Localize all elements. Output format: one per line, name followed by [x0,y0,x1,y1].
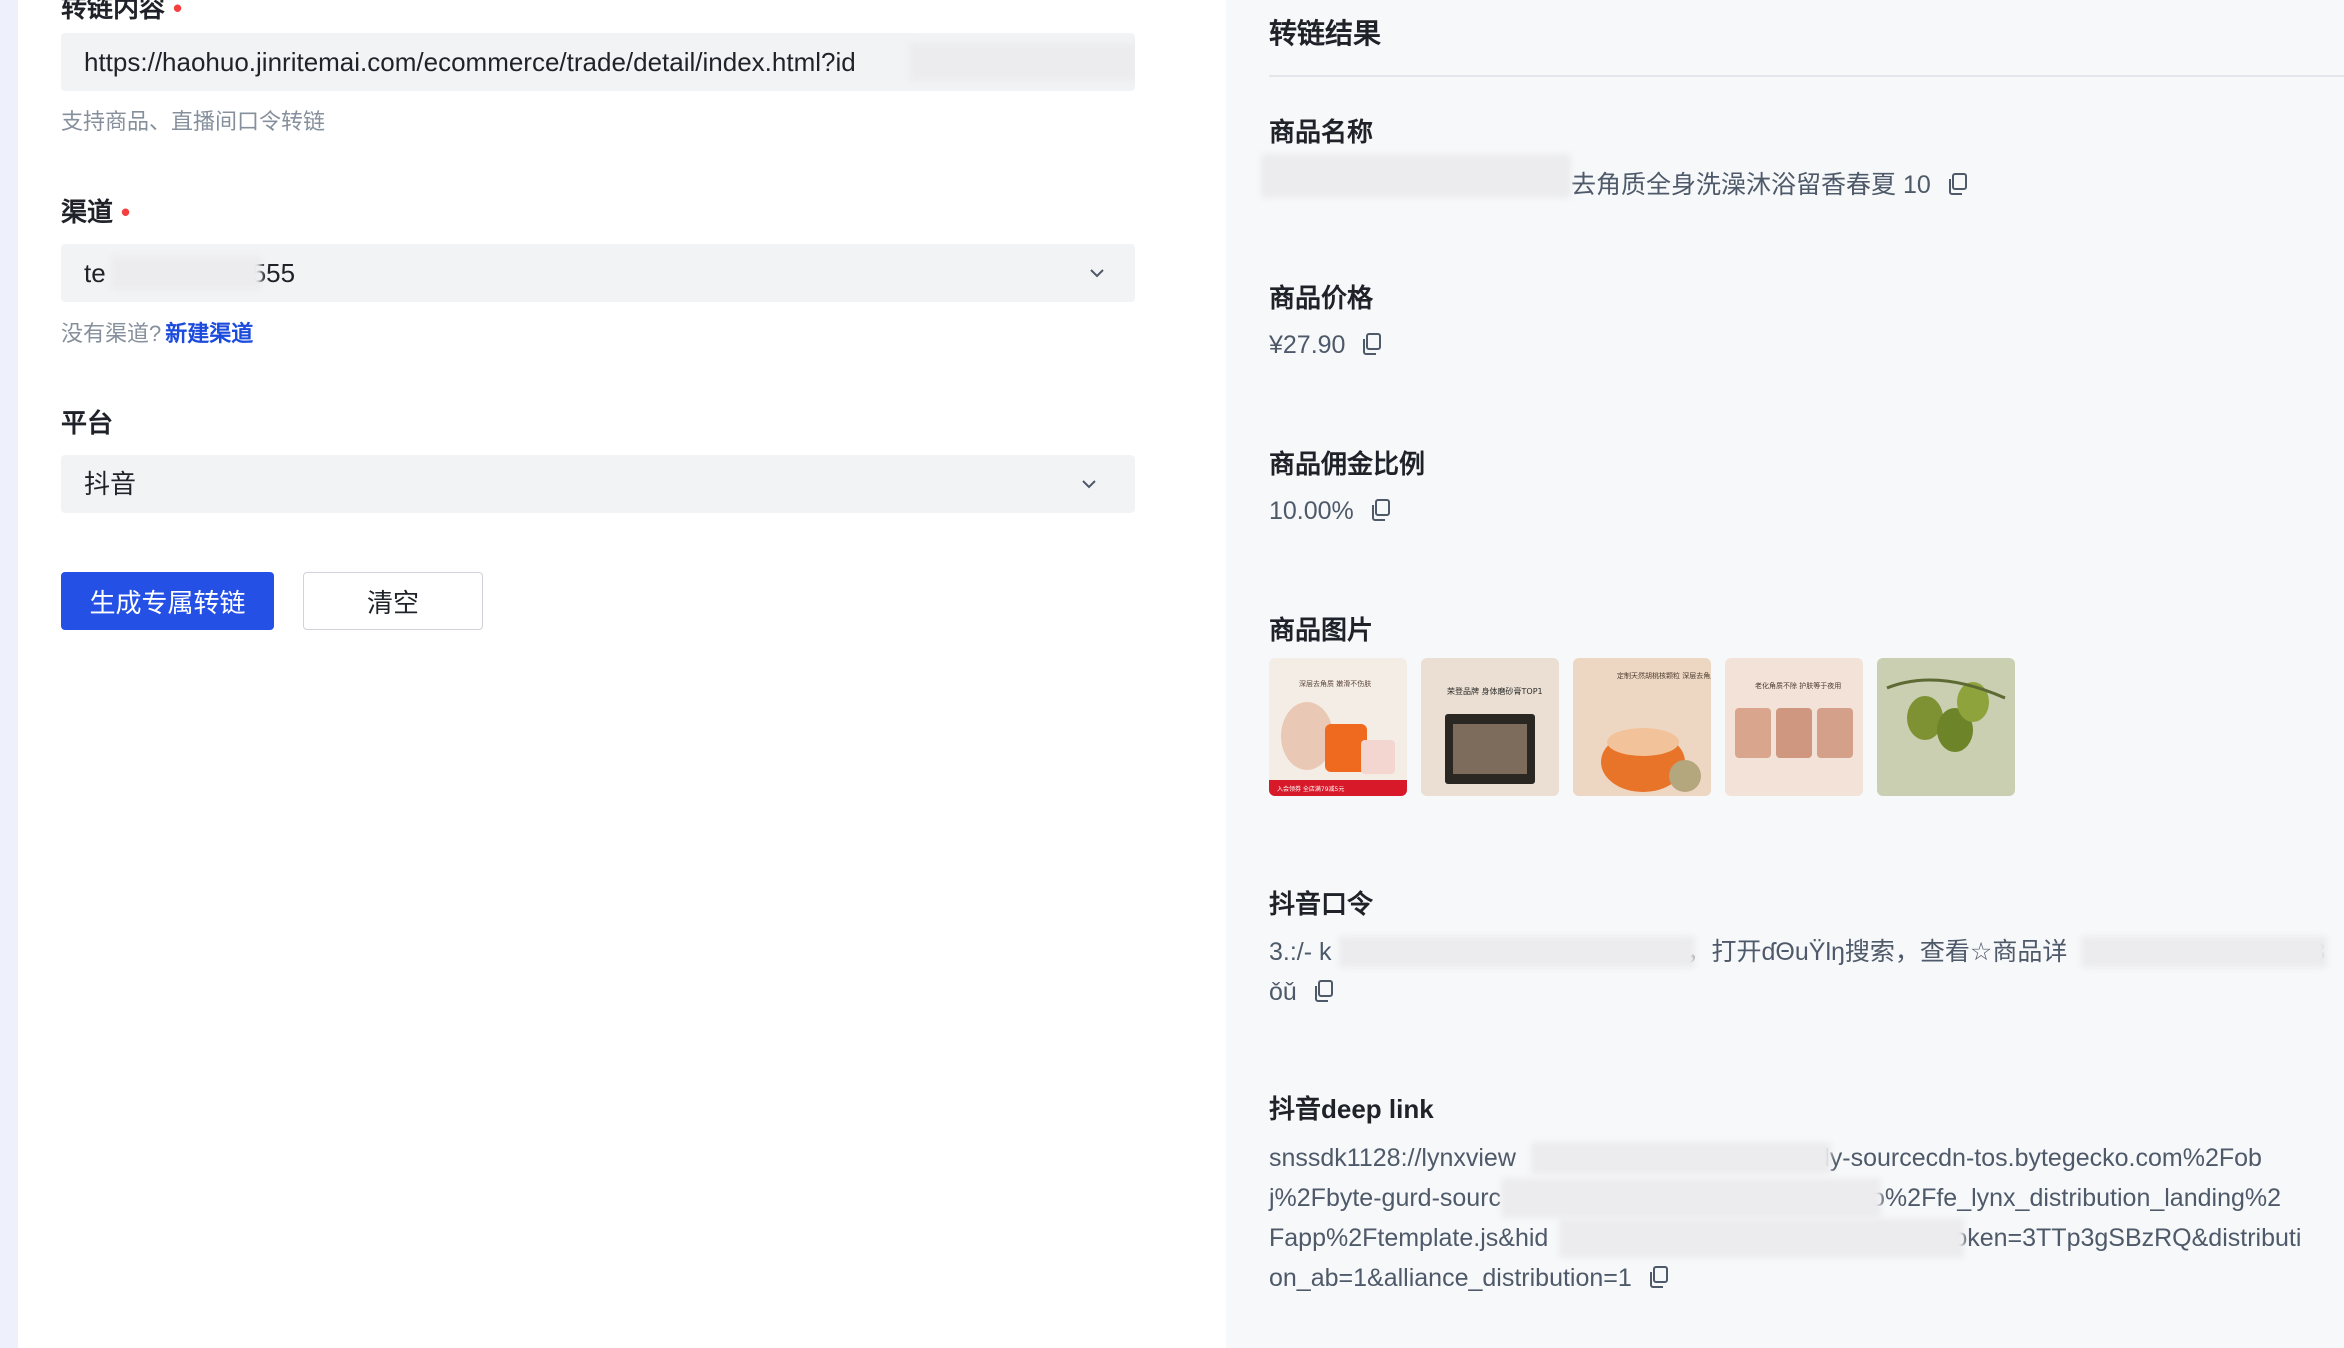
redacted-link-1 [1531,1142,1831,1174]
product-image-4[interactable]: 老化角质不除 护肤等于夜用 [1725,658,1863,796]
result-divider [1269,75,2344,77]
image-1-caption: 深层去角质 嫩滑不伤肤 [1299,679,1371,688]
left-edge-strip [0,0,18,1348]
copy-icon[interactable] [1948,173,1968,195]
image-1-banner: 入会领券 全店满79减5元 [1277,785,1344,793]
clear-button[interactable]: 清空 [303,572,483,630]
chevron-down-icon [1082,480,1096,489]
copy-icon[interactable] [1362,333,1382,355]
image-2-caption: 荣登品牌 身体磨砂膏TOP1 [1447,686,1543,696]
redacted-channel [111,256,261,290]
result-panel: 转链结果 商品名称 去角质全身洗澡沐浴留香春夏 10 商品价格 ¥27.90 商… [1226,0,2344,1348]
product-price-label: 商品价格 [1269,283,1374,313]
platform-select[interactable]: 抖音 [61,455,1135,513]
chevron-down-icon [1090,269,1104,278]
redacted-link-3 [1559,1218,1964,1258]
redacted-id [909,43,1135,81]
deeplink-label: 抖音deep link [1269,1094,1434,1124]
douyin-code-label: 抖音口令 [1269,889,1374,919]
product-image-list: 深层去角质 嫩滑不伤肤 入会领券 全店满79减5元 荣登品牌 身体磨砂膏TOP1… [1269,658,2015,796]
douyin-code-value: 3.:/- k，打开ɗΘuŸlŋ搜索，查看☆商品详3 ǒǔ [1269,932,2344,1012]
content-input[interactable]: https://haohuo.jinritemai.com/ecommerce/… [61,33,1135,91]
content-label: 转链内容 • [61,0,183,23]
product-image-2[interactable]: 荣登品牌 身体磨砂膏TOP1 [1421,658,1559,796]
copy-icon[interactable] [1371,499,1391,521]
commission-label: 商品佣金比例 [1269,449,1426,479]
platform-label: 平台 [61,408,114,438]
image-3-caption: 定制天然胡桃核颗粒 深层去角质 [1617,671,1711,680]
commission-value: 10.00% [1269,497,1391,526]
product-name-label: 商品名称 [1269,117,1374,147]
redacted-code-1 [1339,936,1695,968]
product-image-1[interactable]: 深层去角质 嫩滑不伤肤 入会领券 全店满79减5元 [1269,658,1407,796]
link-form-panel: 转链内容 • https://haohuo.jinritemai.com/ecom… [18,0,1226,1348]
image-4-caption: 老化角质不除 护肤等于夜用 [1755,681,1841,690]
channel-hint: 没有渠道? 新建渠道 [61,321,254,346]
channel-label: 渠道 • [61,197,131,227]
deeplink-value: snssdk1128://lynxview dy-sourcecdn-tos.by… [1269,1142,2302,1292]
new-channel-link[interactable]: 新建渠道 [165,321,253,346]
redacted-code-2 [2081,936,2327,968]
channel-select[interactable]: te 555 [61,244,1135,302]
copy-icon[interactable] [1314,980,1334,1002]
product-image-3[interactable]: 定制天然胡桃核颗粒 深层去角质 [1573,658,1711,796]
content-hint: 支持商品、直播间口令转链 [61,109,326,134]
redacted-link-2 [1501,1178,1881,1218]
copy-icon[interactable] [1649,1266,1669,1288]
redacted-product-name [1261,154,1571,198]
result-title: 转链结果 [1269,18,1382,49]
generate-link-button[interactable]: 生成专属转链 [61,572,274,630]
product-images-label: 商品图片 [1269,615,1374,645]
product-price-value: ¥27.90 [1269,331,1382,360]
product-name-value: 去角质全身洗澡沐浴留香春夏 10 [1571,165,1968,201]
product-image-5[interactable] [1877,658,2015,796]
